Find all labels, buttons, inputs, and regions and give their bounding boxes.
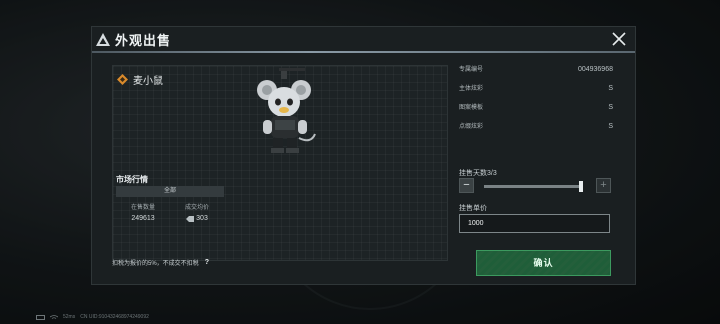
- rarity-diamond-icon: [117, 74, 128, 85]
- info-value: S: [608, 85, 613, 92]
- unit-price-input[interactable]: [459, 214, 610, 233]
- stock-value: 249613: [116, 215, 170, 222]
- currency-icon: [186, 215, 195, 222]
- info-row-serial: 专属编号 004936968: [459, 65, 613, 84]
- ping-text: 52ms: [63, 314, 76, 320]
- header-divider: [92, 51, 635, 53]
- close-icon[interactable]: [610, 30, 628, 48]
- info-value: 004936968: [577, 66, 613, 73]
- mouse-character-image[interactable]: [251, 68, 321, 160]
- sell-days-stepper: − +: [459, 178, 611, 194]
- tax-note: 扣税为报价的5%，不成交不扣税 ?: [112, 258, 209, 267]
- dialog-title: 外观出售: [115, 33, 172, 48]
- sell-appearance-dialog: 外观出售 麦小鼠 市场行情 全部 在售数量 249613 成交均价 303 专属…: [91, 26, 636, 285]
- status-bar: 52ms CN UID:910432468974249092: [36, 314, 149, 320]
- info-label: 图案模板: [459, 105, 484, 111]
- item-info: 专属编号 004936968 主体炫彩 S 图案模板 S 点缀炫彩 S: [459, 65, 613, 141]
- stock-value-text: 249613: [131, 215, 155, 222]
- uid-text: CN UID:910432468974249092: [80, 314, 149, 320]
- avg-price-header: 成交均价: [184, 205, 209, 211]
- sell-days-label: 挂售天数3/3: [459, 170, 497, 177]
- sell-days-slider-handle[interactable]: [579, 181, 583, 192]
- tax-note-text: 扣税为报价的5%，不成交不扣税: [112, 261, 199, 267]
- market-col-stock: 在售数量 249613: [116, 202, 170, 222]
- info-label: 主体炫彩: [459, 86, 484, 92]
- info-value: S: [608, 123, 613, 130]
- wifi-icon: [50, 314, 58, 319]
- item-name: 麦小鼠: [133, 76, 163, 87]
- game-logo-icon: [96, 33, 110, 46]
- info-row-accent-color: 点缀炫彩 S: [459, 122, 613, 141]
- market-col-avg-price: 成交均价 303: [170, 202, 224, 222]
- battery-icon: [36, 314, 45, 320]
- market-title: 市场行情: [116, 175, 148, 184]
- avg-price-value: 303: [170, 215, 224, 222]
- item-preview-panel: 麦小鼠 市场行情 全部 在售数量 249613 成交均价 303: [112, 65, 448, 261]
- info-label: 点缀炫彩: [459, 124, 484, 130]
- avg-price-text: 303: [196, 215, 208, 222]
- confirm-button[interactable]: 确认: [476, 250, 611, 276]
- info-value: S: [608, 104, 613, 111]
- market-columns: 在售数量 249613 成交均价 303: [116, 202, 226, 222]
- item-name-row: 麦小鼠: [117, 72, 163, 87]
- unit-price-label: 挂售单价: [459, 205, 487, 212]
- stock-header: 在售数量: [130, 205, 155, 211]
- help-icon[interactable]: ?: [205, 259, 209, 266]
- sell-days-slider-track[interactable]: [484, 185, 583, 188]
- increase-days-button[interactable]: +: [596, 178, 611, 193]
- market-filter[interactable]: 全部: [116, 186, 224, 197]
- decrease-days-button[interactable]: −: [459, 178, 474, 193]
- market-table: 全部 在售数量 249613 成交均价 303: [116, 186, 226, 222]
- info-row-pattern: 图案模板 S: [459, 103, 613, 122]
- info-row-main-color: 主体炫彩 S: [459, 84, 613, 103]
- dialog-header: 外观出售: [92, 27, 635, 52]
- info-label: 专属编号: [459, 67, 484, 73]
